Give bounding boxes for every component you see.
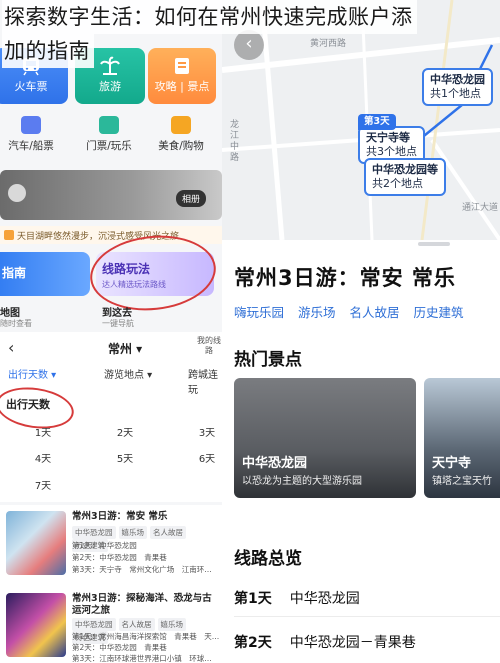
spot-name: 天宁寺 bbox=[432, 456, 472, 471]
city-selector[interactable]: 常州 ▾ bbox=[108, 340, 142, 357]
notice-icon bbox=[4, 230, 14, 240]
road-label: 通江大道 bbox=[462, 203, 499, 213]
sheet-drag-handle[interactable] bbox=[418, 242, 450, 246]
route-day-line: 第3天：天宁寺 常州文化广场 江南环… bbox=[72, 565, 212, 574]
spot-desc: 镇塔之宝天竹 bbox=[432, 476, 492, 487]
promo-banner[interactable]: 相册 bbox=[0, 170, 222, 220]
back-icon[interactable]: ‹ bbox=[8, 338, 14, 357]
road-label: 龙江中路 bbox=[230, 120, 240, 163]
category-label: 门票/玩乐 bbox=[86, 140, 132, 152]
route-tag: 中华恐龙园 bbox=[72, 618, 116, 631]
route-tag: 中华恐龙园 bbox=[72, 526, 116, 539]
left-app-panel: 火车票 旅游 攻略 | 景点 汽车/船票 门票/玩乐 美食/购物 相册 天目湖畔… bbox=[0, 0, 222, 663]
trip-tags: 嗨玩乐园 游乐场 名人故居 历史建筑 bbox=[234, 302, 478, 321]
pin-day-badge: 第3天 bbox=[358, 114, 396, 130]
day-label: 第2天 bbox=[234, 635, 272, 651]
article-title-line1: 探索数字生活：如何在常州快速完成账户添 bbox=[2, 0, 417, 34]
pin-count: 共1个地点 bbox=[430, 87, 481, 100]
day-option[interactable]: 6天 bbox=[192, 450, 222, 465]
route-tag: 嬉乐场 bbox=[157, 618, 186, 631]
route-title: 常州3日游：探秘海洋、恐龙与古运河之旅 bbox=[72, 593, 212, 616]
route-day-line: 第2天：中华恐龙园 青果巷 bbox=[72, 643, 167, 652]
route-day-line: 第1天：常州海昌海洋探索馆 青果巷 天… bbox=[72, 632, 220, 641]
guide-card-label: 指南 bbox=[2, 266, 27, 280]
day-option[interactable]: 5天 bbox=[110, 450, 140, 465]
category-label: 美食/购物 bbox=[158, 140, 204, 152]
trip-tag[interactable]: 嗨玩乐园 bbox=[234, 305, 284, 320]
map-link[interactable]: 地图 bbox=[0, 304, 20, 319]
tab-trip-days[interactable]: 出行天数 ▾ bbox=[8, 366, 56, 381]
article-title: 探索数字生活：如何在常州快速完成账户添 加的指南 bbox=[0, 0, 500, 68]
trip-tag[interactable]: 名人故居 bbox=[350, 305, 400, 320]
category-label: 汽车/船票 bbox=[8, 140, 54, 152]
spot-card[interactable]: 中华恐龙园 以恐龙为主题的大型游乐园 bbox=[234, 378, 416, 498]
day-place: 中华恐龙园 bbox=[289, 591, 360, 607]
article-title-line2: 加的指南 bbox=[2, 34, 94, 68]
route-day-line: 第3天：江南环球港世界港口小镇 环球… bbox=[72, 654, 212, 663]
map-pin-day1[interactable]: 中华恐龙园 共1个地点 bbox=[422, 68, 493, 106]
route-tag: 嬉乐场 bbox=[118, 526, 147, 539]
ticket-icon bbox=[99, 116, 119, 134]
map-links: 地图 到这去 随时查看 一键导航 bbox=[0, 304, 222, 330]
category-bus-boat[interactable]: 汽车/船票 bbox=[0, 112, 66, 153]
route-list: 常州3日游：常安 常乐 中华恐龙园 嬉乐场 名人故居历史建筑 第1天：中华恐龙园 第… bbox=[0, 505, 222, 663]
day-option[interactable]: 4天 bbox=[28, 450, 58, 465]
map-link-sub: 随时查看 bbox=[0, 319, 32, 328]
navigate-link[interactable]: 到这去 bbox=[102, 304, 132, 319]
my-routes-button[interactable]: 我的线路 bbox=[196, 336, 222, 356]
route-tag: 名人故居 bbox=[118, 618, 155, 631]
pin-name: 天宁寺等 bbox=[366, 131, 410, 144]
route-tag: 名人故居 bbox=[150, 526, 186, 539]
route-item[interactable]: 常州3日游：常安 常乐 中华恐龙园 嬉乐场 名人故居历史建筑 第1天：中华恐龙园 第… bbox=[0, 505, 222, 585]
category-tickets-fun[interactable]: 门票/玩乐 bbox=[74, 112, 144, 153]
overview-day-row[interactable]: 第1天 中华恐龙园 bbox=[234, 588, 360, 608]
avatar bbox=[8, 184, 26, 202]
screenshot-root: 探索数字生活：如何在常州快速完成账户添 加的指南 火车票 旅游 攻略 | 景点 … bbox=[0, 0, 500, 663]
spot-desc: 以恐龙为主题的大型游乐园 bbox=[242, 476, 362, 487]
right-app-panel: ‹ 黄河西路 龙江中路 通江大道 中华恐龙园 共1个地点 第3天 天宁寺等 共3… bbox=[222, 0, 500, 663]
day-place: 中华恐龙园－青果巷 bbox=[289, 635, 416, 651]
bus-icon bbox=[21, 116, 41, 134]
day-option[interactable]: 7天 bbox=[28, 477, 58, 492]
day-option[interactable]: 1天 bbox=[28, 424, 58, 439]
shopping-bag-icon bbox=[171, 116, 191, 134]
route-thumbnail bbox=[6, 511, 66, 575]
tab-cross-city[interactable]: 跨城连玩 bbox=[188, 366, 222, 396]
navigate-link-sub: 一键导航 bbox=[102, 319, 134, 328]
category-label: 攻略 | 景点 bbox=[154, 80, 210, 93]
hot-spots-heading: 热门景点 bbox=[234, 350, 302, 370]
route-item[interactable]: 常州3日游：探秘海洋、恐龙与古运河之旅 中华恐龙园 名人故居 嬉乐场特色建筑 第1天… bbox=[0, 587, 222, 663]
category-food-shopping[interactable]: 美食/购物 bbox=[146, 112, 216, 153]
spot-name: 中华恐龙园 bbox=[242, 456, 308, 471]
route-thumbnail bbox=[6, 593, 66, 657]
trip-tag[interactable]: 历史建筑 bbox=[414, 305, 464, 320]
divider bbox=[234, 616, 500, 617]
trip-picker: ‹ 常州 ▾ 我的线路 出行天数 ▾ 游览地点 ▾ 跨城连玩 出行天数 1天 2… bbox=[0, 332, 222, 502]
banner-pill[interactable]: 相册 bbox=[175, 190, 206, 207]
trip-tag[interactable]: 游乐场 bbox=[298, 305, 336, 320]
day-label: 第1天 bbox=[234, 591, 272, 607]
overview-day-row[interactable]: 第2天 中华恐龙园－青果巷 bbox=[234, 632, 416, 652]
trip-title: 常州3日游：常安 常乐 bbox=[234, 266, 456, 290]
guide-card[interactable]: 指南 bbox=[0, 252, 90, 296]
overview-heading: 线路总览 bbox=[234, 549, 302, 569]
route-day-line: 第1天：中华恐龙园 bbox=[72, 541, 137, 550]
day-option[interactable]: 3天 bbox=[192, 424, 222, 439]
day-option[interactable]: 2天 bbox=[110, 424, 140, 439]
map-pin-day2[interactable]: 中华恐龙园等 共2个地点 bbox=[364, 158, 446, 196]
route-title: 常州3日游：常安 常乐 bbox=[72, 511, 168, 522]
tab-places[interactable]: 游览地点 ▾ bbox=[104, 366, 152, 381]
category-label: 火车票 bbox=[14, 80, 48, 93]
category-label: 旅游 bbox=[99, 80, 121, 93]
pin-count: 共3个地点 bbox=[366, 145, 417, 158]
secondary-categories: 汽车/船票 门票/玩乐 美食/购物 bbox=[0, 112, 222, 164]
route-day-line: 第2天：中华恐龙园 青果巷 bbox=[72, 553, 167, 562]
spot-card[interactable]: 天宁寺 镇塔之宝天竹 bbox=[424, 378, 500, 498]
pin-count: 共2个地点 bbox=[372, 177, 423, 190]
pin-name: 中华恐龙园 bbox=[430, 73, 485, 86]
pin-name: 中华恐龙园等 bbox=[372, 163, 438, 176]
